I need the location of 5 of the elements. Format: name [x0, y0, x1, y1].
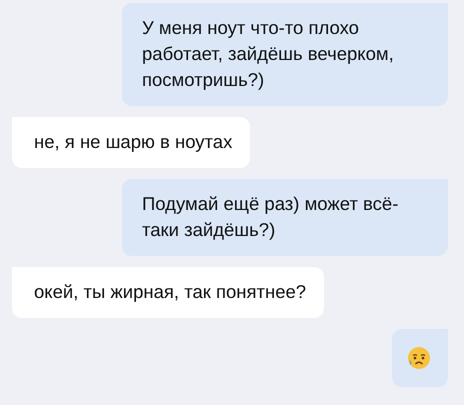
message-bubble: окей, ты жирная, так понятнее? [12, 267, 324, 318]
message-bubble: Подумай ещё раз) может всё-таки зайдёшь?) [122, 179, 448, 256]
message-bubble: не, я не шарю в ноутах [12, 117, 250, 168]
message-bubble: У меня ноут что-то плохо работает, зайдёшь вечерком, посмотришь?) [122, 3, 448, 106]
sad-face-icon [407, 346, 431, 370]
